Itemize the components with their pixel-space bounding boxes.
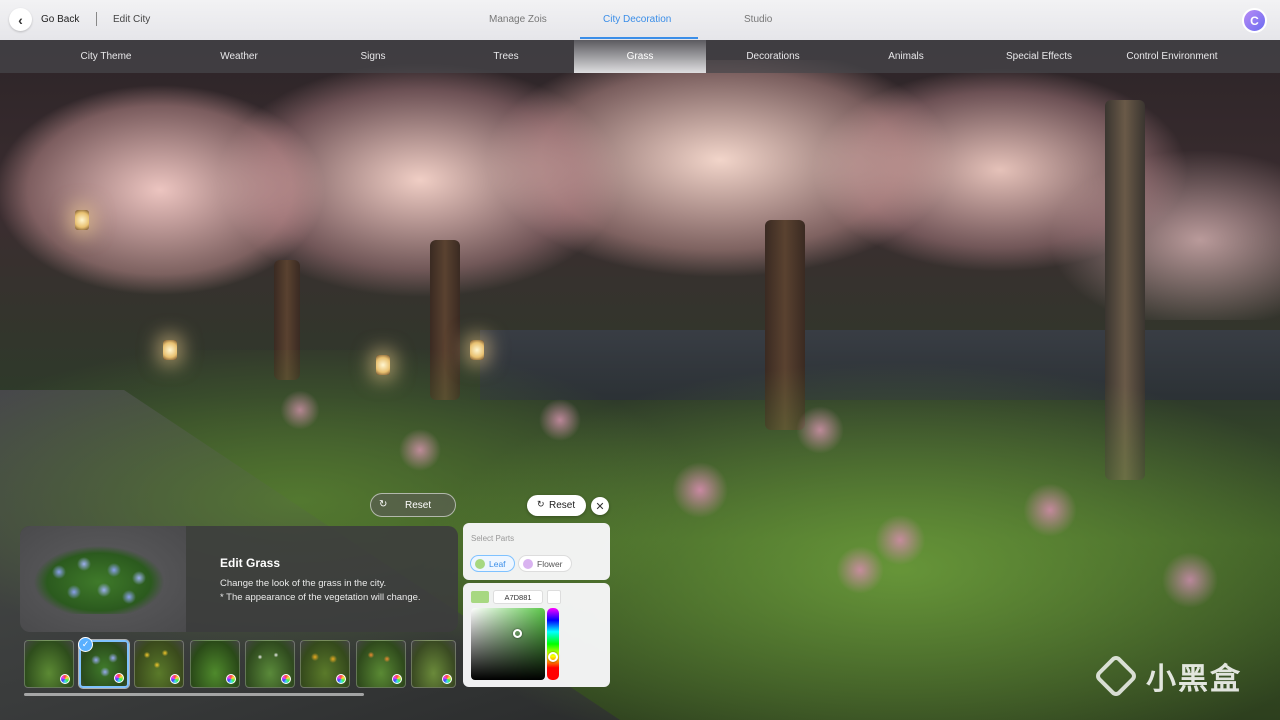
category-label: Special Effects: [1006, 51, 1072, 62]
grass-option[interactable]: [245, 640, 295, 688]
chip-label: Flower: [537, 558, 563, 569]
category-weather[interactable]: Weather: [173, 40, 305, 73]
chip-label: Leaf: [489, 558, 506, 569]
category-label: City Theme: [80, 51, 132, 62]
back-label[interactable]: Go Back: [41, 14, 79, 25]
grass-option[interactable]: [411, 640, 456, 688]
top-navigation-bar: ‹ Go Back Edit City Manage Zois City Dec…: [0, 0, 1280, 40]
thumbnail-scrollbar[interactable]: [24, 693, 364, 696]
avatar[interactable]: C: [1242, 8, 1267, 33]
watermark-text: 小黑盒: [1146, 663, 1242, 696]
category-grass[interactable]: Grass: [574, 40, 706, 73]
part-chip-flower[interactable]: Flower: [518, 555, 572, 572]
saturation-value-picker[interactable]: [471, 608, 545, 680]
current-color-swatch: [471, 591, 489, 603]
hex-input[interactable]: A7D881: [493, 590, 543, 604]
grass-option[interactable]: [190, 640, 240, 688]
category-decorations[interactable]: Decorations: [707, 40, 839, 73]
reset-button[interactable]: ↻ Reset: [370, 493, 456, 517]
tab-city-decoration[interactable]: City Decoration: [603, 14, 671, 25]
category-bar: City Theme Weather Signs Trees Grass Dec…: [0, 40, 1280, 73]
category-control-environment[interactable]: Control Environment: [1106, 40, 1238, 73]
reset-label: Reset: [549, 500, 576, 511]
reset-label: Reset: [405, 500, 432, 511]
panel-title: Edit Grass: [220, 556, 281, 570]
panel-description: Change the look of the grass in the city…: [220, 578, 387, 589]
color-wheel-icon: [336, 674, 346, 684]
category-city-theme[interactable]: City Theme: [40, 40, 172, 73]
watermark: 小黑盒: [1093, 653, 1242, 699]
color-picker-panel: A7D881: [463, 583, 610, 687]
flower-color-dot: [523, 559, 533, 569]
page-title: Edit City: [113, 14, 151, 25]
category-label: Signs: [360, 51, 386, 62]
hue-slider-handle[interactable]: [548, 652, 558, 662]
color-wheel-icon: [281, 674, 291, 684]
color-cursor[interactable]: [513, 629, 522, 638]
category-animals[interactable]: Animals: [840, 40, 972, 73]
category-label: Control Environment: [1126, 51, 1218, 62]
refresh-icon: ↻: [537, 499, 545, 509]
panel-note: * The appearance of the vegetation will …: [220, 592, 421, 603]
grass-option[interactable]: [356, 640, 406, 688]
color-wheel-icon: [226, 674, 236, 684]
back-button[interactable]: ‹: [9, 8, 32, 31]
street-lamp: [75, 210, 89, 230]
category-label: Decorations: [746, 51, 800, 62]
color-wheel-icon: [60, 674, 70, 684]
category-trees[interactable]: Trees: [440, 40, 572, 73]
street-lamp: [163, 340, 177, 360]
grass-preview-image: [20, 526, 186, 632]
avatar-letter: C: [1250, 13, 1259, 28]
category-label: Trees: [493, 51, 519, 62]
color-wheel-icon: [170, 674, 180, 684]
grass-option[interactable]: [134, 640, 184, 688]
tab-studio[interactable]: Studio: [744, 14, 772, 25]
hue-slider[interactable]: [547, 608, 559, 680]
color-wheel-icon: [114, 673, 124, 683]
part-chip-leaf[interactable]: Leaf: [470, 555, 515, 572]
hydrangea-preview: [34, 542, 164, 614]
category-label: Grass: [626, 51, 654, 62]
cherry-blossom-canopy: [0, 60, 1280, 320]
watermark-logo-icon: [1093, 653, 1139, 699]
grass-option[interactable]: [24, 640, 74, 688]
select-parts-panel: Select Parts Leaf Flower: [463, 523, 610, 580]
select-parts-label: Select Parts: [471, 534, 515, 543]
street-lamp: [470, 340, 484, 360]
alpha-swatch[interactable]: [547, 590, 561, 604]
category-signs[interactable]: Signs: [307, 40, 439, 73]
category-special-effects[interactable]: Special Effects: [973, 40, 1105, 73]
color-wheel-icon: [442, 674, 452, 684]
tab-manage-zois[interactable]: Manage Zois: [489, 14, 547, 25]
close-icon: ✕: [595, 500, 605, 513]
edit-grass-panel: Edit Grass Change the look of the grass …: [20, 526, 458, 632]
grass-option[interactable]: [300, 640, 350, 688]
color-reset-button[interactable]: ↻ Reset: [527, 495, 586, 516]
color-wheel-icon: [392, 674, 402, 684]
selected-check-icon: ✓: [78, 637, 93, 652]
close-button[interactable]: ✕: [591, 497, 609, 515]
refresh-icon: ↻: [379, 499, 388, 510]
divider: [96, 12, 97, 26]
chevron-left-icon: ‹: [18, 11, 23, 28]
leaf-color-dot: [475, 559, 485, 569]
active-tab-indicator: [580, 37, 698, 39]
category-label: Weather: [220, 51, 258, 62]
street-lamp: [376, 355, 390, 375]
category-label: Animals: [888, 51, 924, 62]
